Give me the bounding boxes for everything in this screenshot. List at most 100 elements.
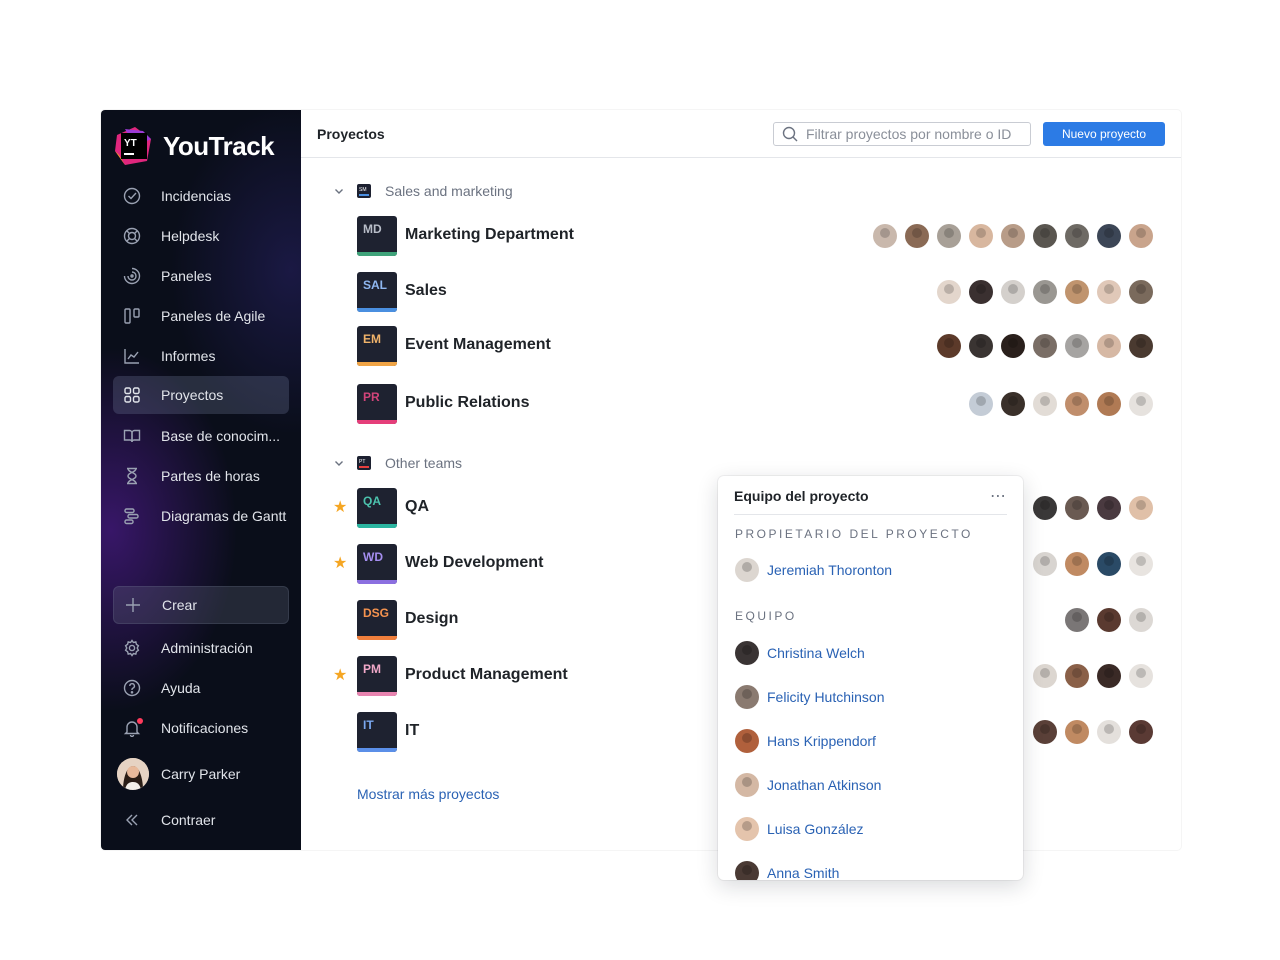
sidebar-item-notificaciones[interactable]: Notificaciones bbox=[113, 709, 289, 747]
chevron-down-icon bbox=[333, 457, 345, 469]
project-row-public-relations[interactable]: PR Public Relations bbox=[333, 384, 1153, 424]
project-name[interactable]: Sales bbox=[405, 282, 447, 300]
avatar[interactable] bbox=[1033, 280, 1057, 304]
team-member[interactable]: Christina Welch bbox=[735, 641, 865, 665]
avatar[interactable] bbox=[1065, 392, 1089, 416]
avatar[interactable] bbox=[937, 334, 961, 358]
project-row-sales[interactable]: SAL Sales bbox=[333, 272, 1153, 312]
member-name: Jeremiah Thoronton bbox=[767, 562, 893, 578]
team-member[interactable]: Felicity Hutchinson bbox=[735, 685, 885, 709]
grid-icon bbox=[122, 385, 142, 405]
avatar[interactable] bbox=[969, 280, 993, 304]
sidebar-item-gantt[interactable]: Diagramas de Gantt bbox=[113, 497, 289, 535]
sidebar-item-informes[interactable]: Informes bbox=[113, 337, 289, 375]
project-row-event-management[interactable]: EM Event Management bbox=[333, 326, 1153, 366]
avatar[interactable] bbox=[1097, 664, 1121, 688]
avatar[interactable] bbox=[1033, 552, 1057, 576]
avatar[interactable] bbox=[1065, 608, 1089, 632]
team-member[interactable]: Anna Smith bbox=[735, 861, 839, 880]
avatar[interactable] bbox=[1065, 280, 1089, 304]
avatar[interactable] bbox=[969, 224, 993, 248]
avatar[interactable] bbox=[1129, 280, 1153, 304]
group-header-other-teams[interactable]: PT Other teams bbox=[333, 455, 462, 471]
avatar[interactable] bbox=[905, 224, 929, 248]
avatar[interactable] bbox=[1097, 334, 1121, 358]
more-options-icon[interactable]: ⋯ bbox=[990, 486, 1007, 506]
project-name[interactable]: Design bbox=[405, 610, 458, 628]
avatar[interactable] bbox=[1065, 664, 1089, 688]
team-member[interactable]: Hans Krippendorf bbox=[735, 729, 876, 753]
avatar[interactable] bbox=[1001, 392, 1025, 416]
group-header-sales-marketing[interactable]: SM Sales and marketing bbox=[333, 183, 513, 199]
avatar[interactable] bbox=[1129, 392, 1153, 416]
sidebar-item-label: Diagramas de Gantt bbox=[161, 508, 287, 524]
avatar[interactable] bbox=[1097, 552, 1121, 576]
avatar[interactable] bbox=[1097, 224, 1121, 248]
avatar[interactable] bbox=[937, 224, 961, 248]
project-name[interactable]: Marketing Department bbox=[405, 226, 574, 244]
create-button[interactable]: Crear bbox=[113, 586, 289, 624]
avatar[interactable] bbox=[1033, 224, 1057, 248]
project-name[interactable]: QA bbox=[405, 498, 429, 516]
collapse-button[interactable]: Contraer bbox=[113, 801, 289, 839]
star-icon[interactable]: ★ bbox=[333, 556, 349, 572]
avatar[interactable] bbox=[1033, 392, 1057, 416]
sidebar-item-incidencias[interactable]: Incidencias bbox=[113, 177, 289, 215]
avatar[interactable] bbox=[1065, 720, 1089, 744]
show-more-projects-link[interactable]: Mostrar más proyectos bbox=[357, 786, 499, 802]
avatar[interactable] bbox=[1097, 280, 1121, 304]
sidebar-item-helpdesk[interactable]: Helpdesk bbox=[113, 217, 289, 255]
avatar[interactable] bbox=[1033, 496, 1057, 520]
project-name[interactable]: Event Management bbox=[405, 336, 551, 354]
project-name[interactable]: Product Management bbox=[405, 666, 568, 684]
project-name[interactable]: IT bbox=[405, 722, 419, 740]
team-member[interactable]: Luisa González bbox=[735, 817, 864, 841]
sidebar-item-ayuda[interactable]: Ayuda bbox=[113, 669, 289, 707]
avatar[interactable] bbox=[1129, 552, 1153, 576]
avatar[interactable] bbox=[1097, 720, 1121, 744]
avatar[interactable] bbox=[1033, 720, 1057, 744]
avatar[interactable] bbox=[1065, 496, 1089, 520]
member-avatars bbox=[1057, 608, 1153, 632]
user-menu[interactable]: Carry Parker bbox=[113, 755, 289, 793]
avatar[interactable] bbox=[1065, 224, 1089, 248]
avatar[interactable] bbox=[1129, 720, 1153, 744]
sidebar-item-partes-horas[interactable]: Partes de horas bbox=[113, 457, 289, 495]
sidebar-item-paneles-agile[interactable]: Paneles de Agile bbox=[113, 297, 289, 335]
star-icon[interactable]: ★ bbox=[333, 668, 349, 684]
search-input[interactable] bbox=[806, 126, 1026, 142]
team-member[interactable]: Jonathan Atkinson bbox=[735, 773, 881, 797]
project-tile: MD bbox=[357, 216, 397, 256]
avatar[interactable] bbox=[1001, 334, 1025, 358]
star-icon[interactable]: ★ bbox=[333, 500, 349, 516]
project-name[interactable]: Public Relations bbox=[405, 394, 529, 412]
avatar[interactable] bbox=[1097, 608, 1121, 632]
avatar[interactable] bbox=[1001, 224, 1025, 248]
sidebar-item-administracion[interactable]: Administración bbox=[113, 629, 289, 667]
sidebar-item-paneles[interactable]: Paneles bbox=[113, 257, 289, 295]
project-name[interactable]: Web Development bbox=[405, 554, 543, 572]
avatar[interactable] bbox=[969, 334, 993, 358]
avatar[interactable] bbox=[969, 392, 993, 416]
logo[interactable]: YT YouTrack bbox=[113, 124, 275, 168]
owner-member[interactable]: Jeremiah Thoronton bbox=[735, 558, 892, 582]
project-row-marketing-department[interactable]: MD Marketing Department bbox=[333, 216, 1153, 256]
avatar[interactable] bbox=[1033, 334, 1057, 358]
avatar[interactable] bbox=[873, 224, 897, 248]
new-project-button[interactable]: Nuevo proyecto bbox=[1043, 122, 1165, 146]
avatar[interactable] bbox=[1097, 392, 1121, 416]
avatar[interactable] bbox=[1033, 664, 1057, 688]
avatar[interactable] bbox=[1001, 280, 1025, 304]
avatar[interactable] bbox=[1097, 496, 1121, 520]
avatar[interactable] bbox=[1129, 496, 1153, 520]
avatar[interactable] bbox=[1129, 608, 1153, 632]
avatar[interactable] bbox=[937, 280, 961, 304]
avatar[interactable] bbox=[1129, 334, 1153, 358]
search-box[interactable] bbox=[773, 122, 1031, 146]
sidebar-item-base-conocimiento[interactable]: Base de conocim... bbox=[113, 417, 289, 455]
avatar[interactable] bbox=[1129, 224, 1153, 248]
avatar[interactable] bbox=[1065, 552, 1089, 576]
sidebar-item-proyectos[interactable]: Proyectos bbox=[113, 376, 289, 414]
avatar[interactable] bbox=[1065, 334, 1089, 358]
avatar[interactable] bbox=[1129, 664, 1153, 688]
